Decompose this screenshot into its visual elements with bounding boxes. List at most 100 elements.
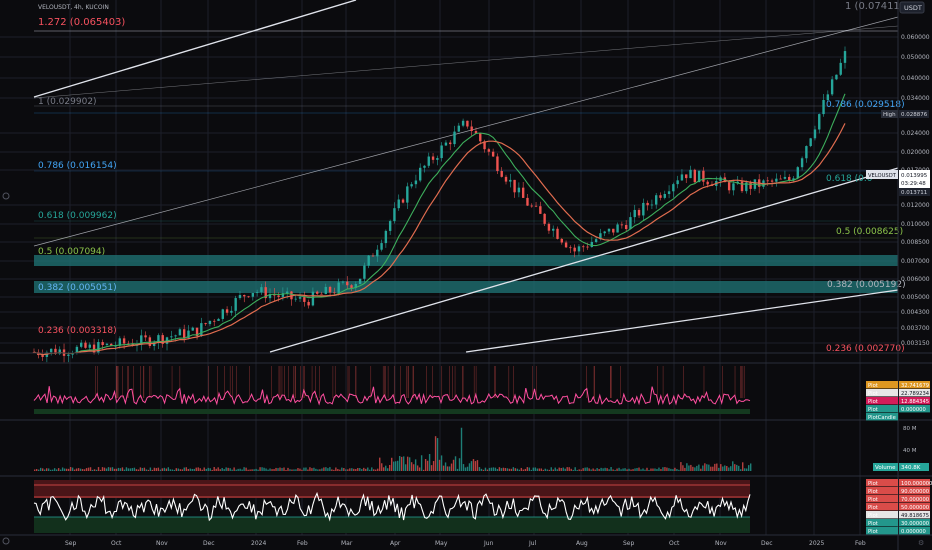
candle-body	[191, 327, 194, 331]
volume-bar	[490, 467, 493, 471]
candle-body	[654, 195, 658, 205]
volume-bar	[526, 467, 529, 471]
candle-body	[251, 293, 255, 297]
candle-body	[444, 142, 448, 146]
legend-name: Plot	[868, 481, 878, 487]
candle-body	[277, 295, 280, 297]
volume-bar	[720, 464, 722, 471]
volume-bar	[584, 467, 586, 471]
candle-body	[740, 181, 744, 192]
fib-label-618-right: 0.618 (0.0	[826, 174, 873, 184]
price-tick: 0.060000	[901, 34, 930, 41]
rsi-oversold-zone	[34, 517, 750, 533]
volume-bar	[317, 469, 319, 471]
volume-bar	[223, 469, 225, 471]
candle-body	[487, 149, 491, 152]
volume-bar	[528, 467, 531, 471]
volume-bar	[201, 469, 203, 471]
volume-bar	[722, 466, 724, 471]
volume-bar	[321, 468, 323, 471]
volume-bar	[385, 465, 387, 471]
volume-bar	[520, 467, 523, 471]
volume-bar	[608, 469, 610, 471]
candle-body	[285, 291, 289, 294]
time-tick: Oct	[111, 540, 122, 547]
volume-bar	[49, 469, 52, 471]
volume-bar	[119, 468, 122, 471]
candle-body	[624, 225, 628, 230]
volume-bar	[448, 466, 451, 471]
volume-bar	[534, 467, 537, 471]
volume-bar	[698, 464, 700, 471]
volume-bar	[558, 467, 560, 471]
candle-body	[564, 242, 568, 248]
fib-label-382-right: 0.382 (0.005192)	[827, 280, 906, 290]
candle-body	[333, 292, 336, 294]
volume-bar	[590, 469, 592, 471]
price-tick: 0.008500	[901, 239, 930, 246]
candle-body	[586, 246, 589, 248]
volume-bar	[566, 467, 568, 471]
candle-body	[646, 202, 649, 206]
volume-bar	[351, 468, 353, 471]
candle-body	[97, 342, 100, 353]
volume-bar	[363, 467, 365, 471]
legend-name: Plot	[868, 505, 878, 511]
price-tick: 0.006000	[901, 276, 930, 283]
volume-bar	[494, 467, 497, 471]
trading-chart[interactable]: 1 (0.074110) 1.272 (0.065403) 1 (0.02990…	[0, 0, 932, 550]
volume-bar	[191, 468, 193, 471]
volume-bar	[75, 468, 78, 471]
volume-bar	[47, 468, 50, 471]
candle-body	[526, 197, 529, 206]
candle-body	[388, 221, 392, 231]
candle-body	[243, 295, 246, 297]
volume-bar	[686, 463, 688, 471]
volume-bar	[442, 465, 445, 471]
candle-body	[213, 320, 216, 322]
volume-bar	[179, 469, 181, 471]
volume-bar	[331, 469, 333, 471]
volume-bar	[480, 468, 483, 471]
volume-bar	[339, 469, 341, 471]
candle-body	[616, 224, 619, 233]
volume-bar	[207, 467, 209, 471]
volume-bar	[157, 467, 160, 471]
volume-bar	[307, 469, 309, 471]
volume-bar	[183, 467, 185, 471]
candle-body	[316, 291, 319, 294]
volume-bar	[712, 466, 714, 471]
volume-bar	[233, 467, 235, 471]
volume-bar	[257, 469, 259, 471]
legend-name: Plot	[868, 529, 878, 535]
volume-bar	[43, 469, 46, 471]
candle-body	[461, 120, 465, 126]
volume-bar	[327, 468, 329, 471]
symbol-title: VELOUSDT, 4h, KUCOIN	[38, 4, 109, 11]
volume-bar	[95, 469, 98, 471]
volume-bar	[53, 468, 56, 471]
volume-bar	[267, 469, 269, 471]
legend-value: 50.000000	[901, 505, 929, 511]
volume-bar	[187, 468, 189, 471]
settings-cog-icon[interactable]: ⚙	[918, 539, 924, 547]
volume-bar	[377, 468, 379, 471]
candle-body	[255, 292, 259, 294]
candle-body	[105, 343, 109, 346]
volume-bar	[478, 467, 481, 471]
volume-bar	[109, 467, 112, 471]
last-price: 0.013995	[901, 173, 928, 179]
candle-body	[470, 126, 473, 132]
fib-label-5-right: 0.5 (0.008625)	[836, 227, 903, 237]
volume-bar	[628, 468, 630, 471]
volume-bar	[237, 468, 239, 471]
volume-bar	[634, 468, 636, 471]
volume-bar	[586, 467, 588, 471]
support-zone-upper	[34, 255, 898, 266]
volume-bar	[654, 468, 656, 471]
candle-body	[590, 241, 594, 248]
volume-bar	[359, 467, 361, 471]
volume-bar	[646, 467, 648, 471]
volume-bar	[702, 465, 704, 471]
volume-bar	[710, 466, 712, 471]
